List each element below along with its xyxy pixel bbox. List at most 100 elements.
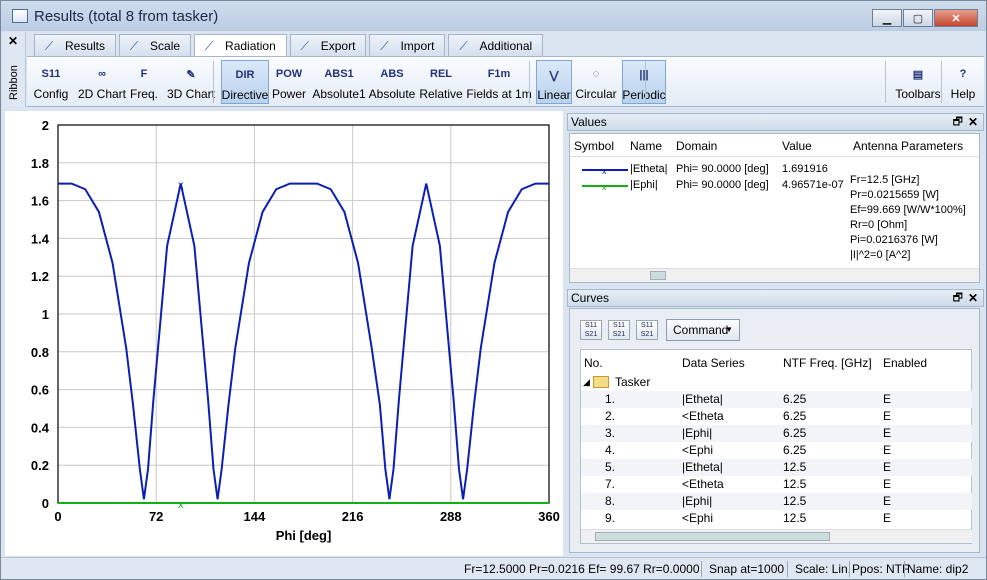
- tab-import[interactable]: ⟋ Import: [369, 34, 446, 56]
- cell-freq: 12.5: [783, 460, 807, 474]
- cell-series: |Ephi|: [682, 426, 713, 440]
- command-dropdown[interactable]: Command ▼: [666, 319, 740, 341]
- toolbars-icon: ▤: [912, 68, 924, 81]
- freq-button[interactable]: F Freq.: [129, 60, 159, 104]
- col-antenna-params[interactable]: Antenna Parameters: [853, 139, 963, 153]
- tab-results[interactable]: ⟋ Results: [34, 34, 117, 56]
- group-row[interactable]: ◢ Tasker: [581, 374, 972, 391]
- config-button[interactable]: S11 Config: [31, 60, 71, 104]
- results-window: Results (total 8 from tasker) ▁ ▢ ✕ ✕ Ri…: [0, 0, 987, 580]
- directive-button[interactable]: DIR Directive: [221, 60, 269, 104]
- svg-text:x: x: [602, 166, 607, 176]
- x-tick-label: 144: [244, 509, 266, 524]
- close-panel-icon[interactable]: ✕: [968, 114, 978, 130]
- window-title: Results (total 8 from tasker): [34, 7, 219, 25]
- value-value: 1.691916: [782, 163, 828, 175]
- tab-additional[interactable]: ⟋ Additional: [448, 34, 544, 56]
- help-button[interactable]: ? Help: [947, 60, 979, 104]
- 2d-chart-button[interactable]: ∞ 2D Chart: [77, 60, 127, 104]
- y-tick-label: 1.2: [31, 269, 49, 284]
- table-row[interactable]: 1. |Etheta| 6.25 E: [581, 391, 972, 408]
- y-tick-label: 0.4: [31, 420, 50, 435]
- y-tick-label: 2: [42, 118, 49, 133]
- 3d-chart-button[interactable]: ✎ 3D Chart: [167, 60, 215, 104]
- col-data-series[interactable]: Data Series: [682, 356, 745, 370]
- circular-icon: ◌: [592, 68, 600, 80]
- cell-freq: 12.5: [783, 494, 807, 508]
- value-domain: Phi= 90.0000 [deg]: [676, 179, 769, 191]
- table-row[interactable]: 7. <Etheta 12.5 E: [581, 476, 972, 493]
- table-row[interactable]: 9. <Ephi 12.5 E: [581, 510, 972, 527]
- table-row[interactable]: 2. <Etheta 6.25 E: [581, 408, 972, 425]
- table-row[interactable]: 8. |Ephi| 12.5 E: [581, 493, 972, 510]
- toolbar-button-label: Fields at 1m: [466, 87, 532, 101]
- x-tick-label: 216: [342, 509, 364, 524]
- scroll-thumb[interactable]: [650, 271, 666, 280]
- ribbon-close-icon[interactable]: ✕: [8, 34, 18, 48]
- col-enabled[interactable]: Enabled: [883, 356, 927, 370]
- tab-export[interactable]: ⟋ Export: [289, 34, 367, 56]
- collapse-icon[interactable]: ◢: [583, 377, 590, 388]
- col-value[interactable]: Value: [782, 139, 812, 153]
- close-panel-icon[interactable]: ✕: [968, 290, 978, 306]
- table-row[interactable]: 4. <Ephi 6.25 E: [581, 442, 972, 459]
- folder-icon: [593, 376, 609, 388]
- power-icon: POW: [275, 68, 303, 80]
- periodic-button[interactable]: ||| Periodic: [622, 60, 666, 104]
- relative-button[interactable]: REL Relative: [419, 60, 463, 104]
- absolute-button[interactable]: ABS Absolute: [369, 60, 416, 104]
- value-name: |Ephi|: [630, 179, 658, 191]
- x-tick-label: 360: [538, 509, 560, 524]
- toolbar-button-label: Config: [33, 87, 69, 101]
- absolute1-button[interactable]: ABS1 Absolute1: [312, 60, 366, 104]
- periodic-icon: |||: [639, 69, 649, 81]
- 3d-chart-icon: ✎: [186, 68, 196, 81]
- additional-icon: ⟋: [459, 38, 468, 53]
- float-icon[interactable]: 🗗: [953, 290, 963, 306]
- tab-scale[interactable]: ⟋ Scale: [119, 34, 192, 56]
- maximize-button[interactable]: ▢: [903, 9, 933, 27]
- scroll-thumb[interactable]: [595, 532, 830, 541]
- antenna-param: Pr=0.0215659 [W]: [850, 189, 939, 201]
- table-row[interactable]: 5. |Etheta| 12.5 E: [581, 459, 972, 476]
- y-tick-label: 0.6: [31, 383, 49, 398]
- table-row[interactable]: 3. |Ephi| 6.25 E: [581, 425, 972, 442]
- radiation-chart[interactable]: 0 0.2 0.4 0.6 0.8 1 1.2 1.4 1.6 1.8 2 0 72 144 216 288 3…: [5, 111, 563, 556]
- close-button[interactable]: ✕: [934, 9, 978, 27]
- float-icon[interactable]: 🗗: [953, 114, 963, 130]
- relative-icon: REL: [430, 68, 452, 80]
- cell-enabled: E: [883, 426, 892, 440]
- fields-at-1m-button[interactable]: F1m Fields at 1m: [466, 60, 532, 104]
- s11-s21-red-icon[interactable]: S11 S21: [636, 320, 658, 340]
- tab-radiation[interactable]: ⟋ Radiation: [194, 34, 287, 57]
- cell-series: |Ephi|: [682, 494, 713, 508]
- circular-button[interactable]: ◌ Circular: [574, 60, 618, 104]
- toolbars-button[interactable]: ▤ Toolbars: [893, 60, 943, 104]
- minimize-button[interactable]: ▁: [872, 9, 902, 27]
- curves-table: No. Data Series NTF Freq. [GHz] Enabled …: [580, 349, 972, 544]
- col-name[interactable]: Name: [630, 139, 662, 153]
- status-bar: Fr=12.5000 Pr=0.0216 Ef= 99.67 Rr=0.0000…: [1, 557, 986, 579]
- col-no[interactable]: No.: [584, 356, 603, 370]
- values-panel-title: Values: [571, 115, 607, 129]
- title-bar[interactable]: Results (total 8 from tasker) ▁ ▢ ✕: [1, 1, 986, 31]
- linear-button[interactable]: ⋁ Linear: [536, 60, 572, 104]
- col-domain[interactable]: Domain: [676, 139, 717, 153]
- power-button[interactable]: POW Power: [272, 60, 306, 104]
- cell-series: |Etheta|: [682, 460, 723, 474]
- col-symbol[interactable]: Symbol: [574, 139, 614, 153]
- y-tick-label: 1.6: [31, 194, 49, 209]
- value-value: 4.96571e-07: [782, 179, 844, 191]
- antenna-param: Fr=12.5 [GHz]: [850, 174, 920, 186]
- col-ntf-freq[interactable]: NTF Freq. [GHz]: [783, 356, 872, 370]
- curves-hscroll[interactable]: [581, 529, 972, 543]
- cell-enabled: E: [883, 460, 892, 474]
- cell-enabled: E: [883, 409, 892, 423]
- toolbar-button-label: Relative: [419, 87, 463, 101]
- cell-enabled: E: [883, 511, 892, 525]
- s11-s21-alt-icon[interactable]: S11 S21: [608, 320, 630, 340]
- s11-s21-icon[interactable]: S11 S21: [580, 320, 602, 340]
- config-icon: S11: [41, 68, 61, 80]
- values-hscroll[interactable]: [570, 268, 979, 282]
- series-symbol: x: [582, 182, 628, 192]
